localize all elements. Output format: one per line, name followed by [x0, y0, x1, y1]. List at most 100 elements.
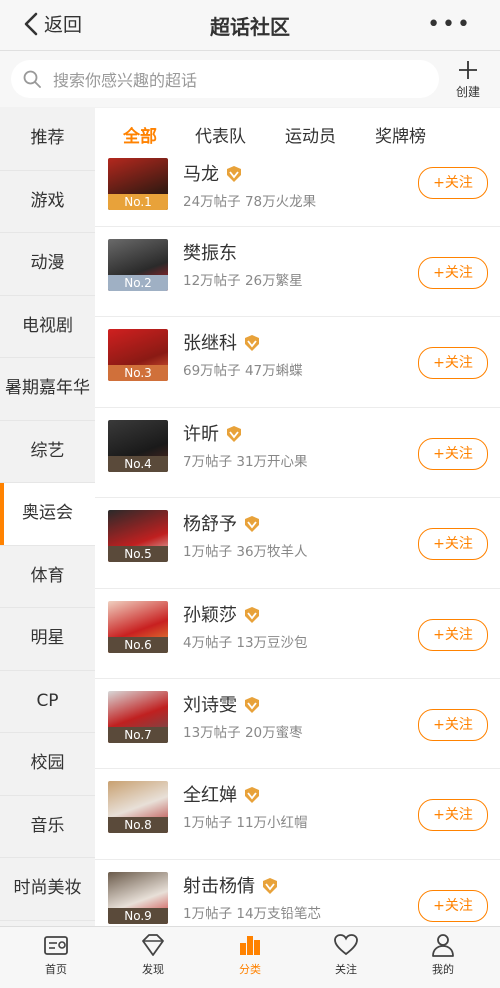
follow-button[interactable]: +关注: [418, 167, 488, 199]
athlete-name: 刘诗雯: [183, 691, 261, 717]
follow-button[interactable]: +关注: [418, 437, 488, 470]
avatar: No.9: [108, 871, 168, 924]
sidebar-item-campus[interactable]: 校园: [0, 733, 95, 796]
follow-button[interactable]: +关注: [418, 347, 488, 380]
rank-badge: No.6: [108, 636, 168, 653]
sidebar-item-tv[interactable]: 电视剧: [0, 296, 95, 358]
avatar: No.6: [108, 600, 168, 653]
bottom-nav: 首页 发现 分类 关注 我的: [0, 926, 500, 988]
nav-profile[interactable]: 我的: [413, 931, 473, 977]
list-item[interactable]: No.7 刘诗雯 13万帖子 20万蜜枣 +关注: [95, 679, 500, 770]
list-item[interactable]: No.1 马龙 24万帖子 78万火龙果 +关注: [95, 158, 500, 227]
athlete-stats: 1万帖子 14万支铅笔芯: [183, 905, 322, 922]
athlete-stats: 13万帖子 20万蜜枣: [183, 724, 303, 741]
follow-button[interactable]: +关注: [418, 618, 488, 651]
rank-badge: No.8: [108, 817, 168, 834]
athlete-name-text: 张继科: [183, 333, 237, 355]
list-item[interactable]: No.9 射击杨倩 1万帖子 14万支铅笔芯 +关注: [95, 860, 500, 926]
rank-badge: No.4: [108, 455, 168, 472]
verified-badge-icon: [245, 696, 259, 713]
sidebar-item-sports[interactable]: 体育: [0, 546, 95, 608]
sidebar-item-olympics[interactable]: 奥运会: [0, 483, 95, 546]
athlete-name-text: 孙颖莎: [183, 604, 237, 626]
list-item[interactable]: No.8 全红婵 1万帖子 11万小红帽 +关注: [95, 769, 500, 860]
sidebar-item-cp[interactable]: CP: [0, 671, 95, 733]
home-icon: [44, 936, 68, 955]
nav-follow[interactable]: 关注: [316, 931, 376, 977]
list-item[interactable]: No.2 樊振东 12万帖子 26万繁星 +关注: [95, 227, 500, 318]
follow-button[interactable]: +关注: [418, 799, 488, 832]
follow-button[interactable]: +关注: [418, 708, 488, 741]
verified-badge-icon: [245, 516, 259, 533]
verified-badge-icon: [245, 335, 259, 352]
verified-badge-icon: [227, 166, 241, 182]
profile-icon: [432, 934, 454, 957]
verified-badge-icon: [227, 425, 241, 442]
nav-follow-label: 关注: [335, 963, 357, 976]
athlete-name: 全红婵: [183, 781, 261, 807]
verified-badge-icon: [263, 877, 277, 894]
avatar: No.1: [108, 158, 168, 210]
search-input[interactable]: [51, 60, 435, 100]
tab-medal-table[interactable]: 奖牌榜: [375, 122, 426, 147]
rank-badge: No.3: [108, 365, 168, 382]
sidebar-item-games[interactable]: 游戏: [0, 171, 95, 233]
search-row: 创建: [0, 51, 500, 107]
list-item[interactable]: No.6 孙颖莎 4万帖子 13万豆沙包 +关注: [95, 589, 500, 679]
follow-button[interactable]: +关注: [418, 889, 488, 922]
list-item[interactable]: No.3 张继科 69万帖子 47万蝌蝶 +关注: [95, 317, 500, 408]
athlete-name: 马龙: [183, 160, 243, 186]
sidebar-item-summer[interactable]: 暑期嘉年华: [0, 358, 95, 421]
athlete-name-text: 全红婵: [183, 785, 237, 807]
rank-badge: No.2: [108, 275, 168, 291]
list-item[interactable]: No.5 杨舒予 1万帖子 36万牧羊人 +关注: [95, 498, 500, 589]
avatar: No.4: [108, 419, 168, 472]
athlete-stats: 7万帖子 31万开心果: [183, 453, 308, 470]
sidebar-item-variety[interactable]: 综艺: [0, 421, 95, 483]
nav-discover[interactable]: 发现: [123, 931, 183, 977]
heart-icon: [334, 934, 358, 956]
athlete-stats: 24万帖子 78万火龙果: [183, 194, 317, 210]
avatar: No.3: [108, 329, 168, 382]
avatar: No.7: [108, 690, 168, 743]
nav-home[interactable]: 首页: [26, 931, 86, 977]
sidebar-item-recommend[interactable]: 推荐: [0, 108, 95, 171]
athlete-name-text: 杨舒予: [183, 514, 237, 536]
athlete-name-text: 刘诗雯: [183, 694, 237, 716]
sidebar-item-stars[interactable]: 明星: [0, 608, 95, 671]
sidebar-item-anime[interactable]: 动漫: [0, 233, 95, 296]
create-button[interactable]: 创建: [448, 59, 488, 100]
top-bar: 返回 超话社区 •••: [0, 0, 500, 51]
follow-button[interactable]: +关注: [418, 528, 488, 561]
sidebar-item-music[interactable]: 音乐: [0, 796, 95, 858]
athlete-name: 孙颖莎: [183, 601, 261, 627]
page-title: 超话社区: [210, 15, 290, 39]
athlete-stats: 4万帖子 13万豆沙包: [183, 634, 308, 651]
nav-category[interactable]: 分类: [220, 931, 280, 977]
tab-all[interactable]: 全部: [123, 122, 157, 147]
tab-athletes[interactable]: 运动员: [285, 122, 336, 147]
follow-button[interactable]: +关注: [418, 257, 488, 289]
nav-discover-label: 发现: [142, 963, 164, 976]
category-icon: [240, 936, 260, 955]
athlete-list: No.1 马龙 24万帖子 78万火龙果 +关注 No.2 樊振东 12万帖子 …: [95, 158, 500, 926]
athlete-stats: 12万帖子 26万繁星: [183, 273, 303, 289]
search-box[interactable]: [11, 60, 439, 100]
sidebar-item-fashion[interactable]: 时尚美妆: [0, 858, 95, 921]
athlete-stats: 1万帖子 36万牧羊人: [183, 544, 308, 561]
list-item[interactable]: No.4 许昕 7万帖子 31万开心果 +关注: [95, 408, 500, 499]
nav-home-label: 首页: [45, 963, 67, 976]
avatar: No.8: [108, 781, 168, 834]
more-icon[interactable]: •••: [427, 12, 472, 37]
athlete-stats: 69万帖子 47万蝌蝶: [183, 363, 303, 380]
athlete-stats: 1万帖子 11万小红帽: [183, 815, 308, 832]
athlete-name-text: 射击杨倩: [183, 875, 255, 897]
verified-badge-icon: [245, 606, 259, 623]
tab-teams[interactable]: 代表队: [195, 122, 246, 147]
athlete-name: 射击杨倩: [183, 872, 279, 898]
search-icon: [23, 70, 41, 88]
verified-badge-icon: [245, 787, 259, 804]
rank-badge: No.1: [108, 194, 168, 210]
rank-badge: No.9: [108, 907, 168, 924]
tab-bar: 全部 代表队 运动员 奖牌榜: [95, 108, 500, 158]
